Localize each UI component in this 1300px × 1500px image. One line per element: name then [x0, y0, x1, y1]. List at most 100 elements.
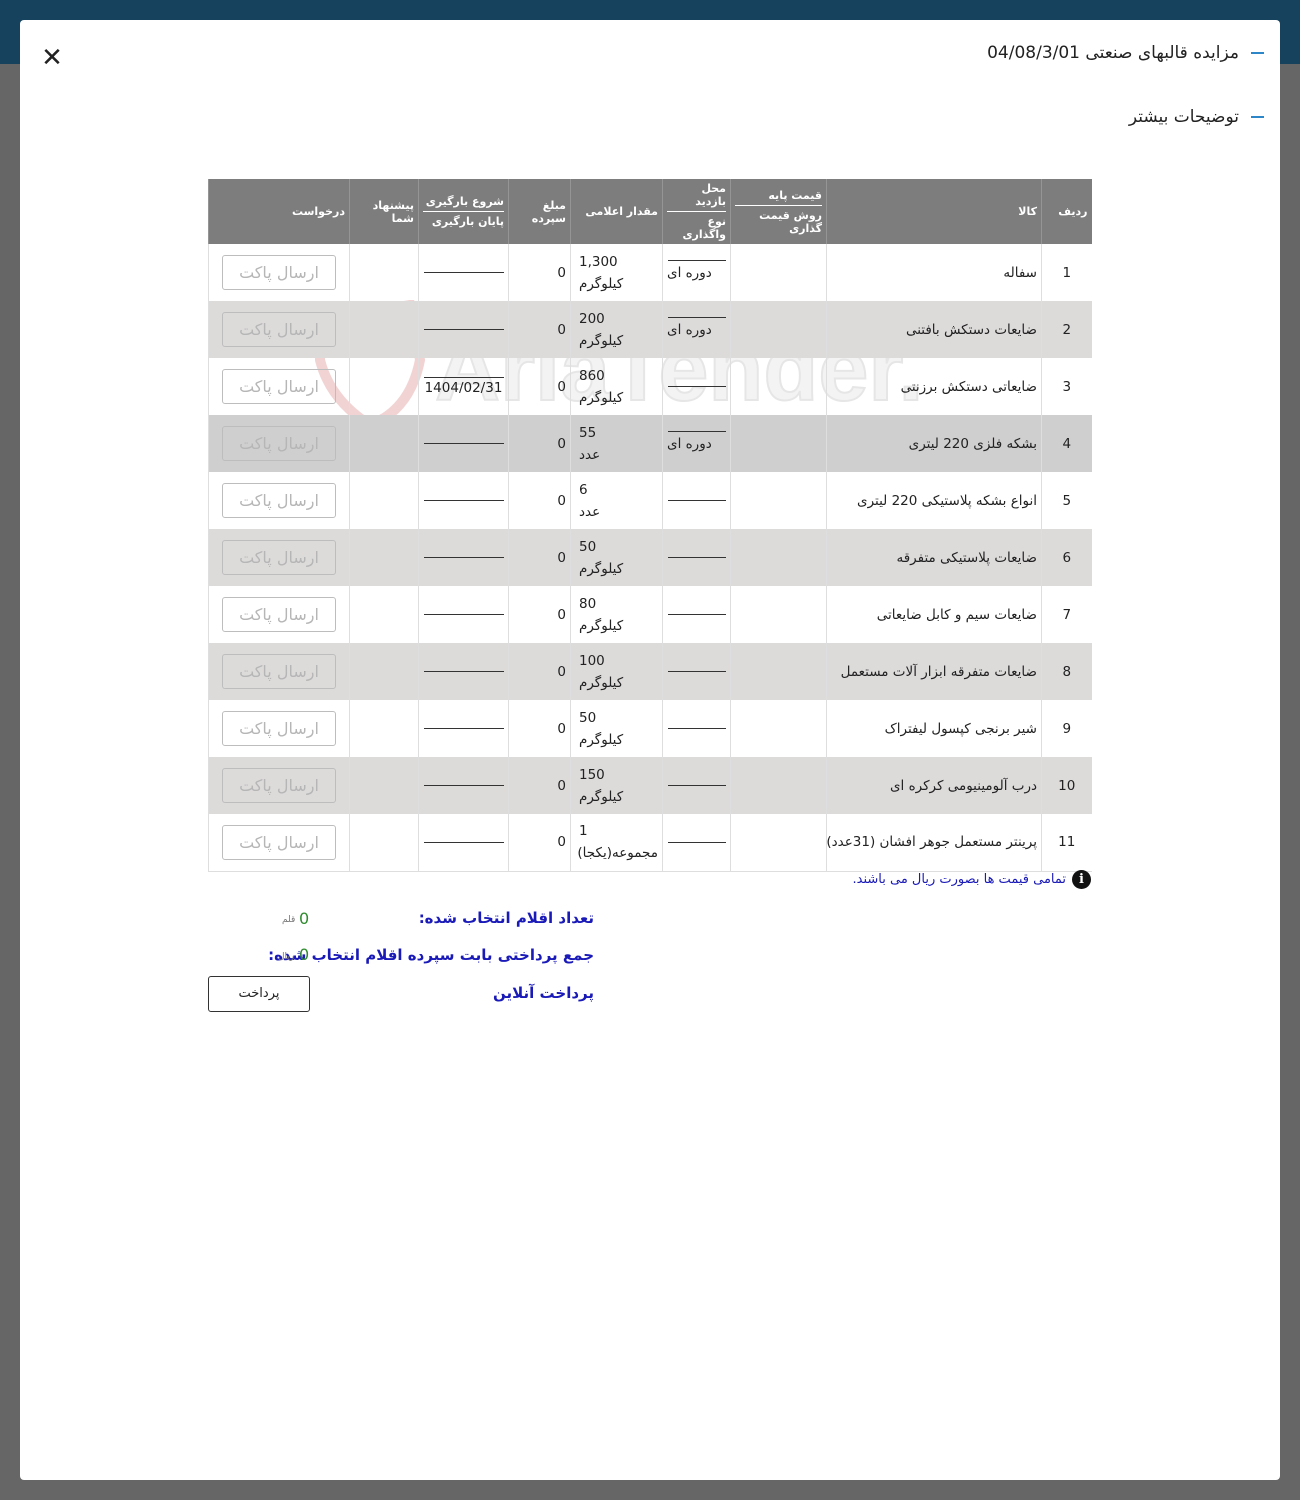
send-packet-button[interactable]: ارسال پاکت: [222, 597, 336, 632]
request-cell: ارسال پاکت: [208, 529, 350, 586]
visit-place: [667, 431, 726, 432]
send-packet-button[interactable]: ارسال پاکت: [222, 711, 336, 746]
visit-place: [667, 728, 726, 729]
quantity-unit: کیلوگرم: [579, 617, 624, 634]
quantity-unit: کیلوگرم: [579, 332, 624, 349]
th-load-start: شروع بارگیری: [423, 195, 504, 212]
total-deposit-value: 0: [299, 945, 310, 964]
base-price: [730, 643, 827, 700]
table-row: 3 ضایعاتی دستکش برزنتی 860 کیلوگرم 0 1404/02/…: [208, 358, 1092, 415]
base-price: [730, 700, 827, 757]
table-row: 11 پرینتر مستعمل جوهر افشان (31عدد) 1 مجموع…: [208, 814, 1092, 872]
table-row: 4 بشکه فلزی 220 لیتری دوره ای 55 عدد 0 ارسال پ…: [208, 415, 1092, 472]
visit-transfer: [662, 586, 731, 643]
loading-dates: 1404/02/31: [418, 358, 509, 415]
item-name: ضایعات متفرقه ابزار آلات مستعمل: [826, 643, 1042, 700]
empty-dash: [423, 614, 504, 615]
visit-transfer: [662, 358, 731, 415]
base-price: [730, 472, 827, 529]
base-price: [730, 301, 827, 358]
more-info-toggle[interactable]: توضیحات بیشتر: [1129, 107, 1264, 127]
request-cell: ارسال پاکت: [208, 643, 350, 700]
send-packet-button[interactable]: ارسال پاکت: [222, 540, 336, 575]
your-offer: [349, 643, 419, 700]
empty-dash: [423, 329, 504, 330]
your-offer: [349, 244, 419, 301]
selected-count-label: تعداد اقلام انتخاب شده:: [418, 909, 594, 927]
title-dash: [1251, 52, 1264, 54]
loading-dates: [418, 415, 509, 472]
empty-dash: [668, 785, 726, 786]
send-packet-button[interactable]: ارسال پاکت: [222, 654, 336, 689]
item-name: سفاله: [826, 244, 1042, 301]
empty-dash: [668, 614, 726, 615]
quantity-value: 50: [579, 709, 597, 726]
row-number: 6: [1041, 529, 1092, 586]
quantity-value: 200: [579, 310, 605, 327]
th-base-price: قیمت پایه روش قیمت گذاری: [730, 179, 827, 244]
visit-transfer: [662, 643, 731, 700]
row-number: 3: [1041, 358, 1092, 415]
request-cell: ارسال پاکت: [208, 586, 350, 643]
empty-dash: [423, 671, 504, 672]
your-offer: [349, 700, 419, 757]
th-offer: پیشنهاد شما: [349, 179, 419, 244]
load-end-date: 1404/02/31: [424, 380, 503, 396]
row-number: 1: [1041, 244, 1092, 301]
visit-place: [667, 260, 726, 261]
empty-dash: [423, 841, 504, 843]
request-cell: ارسال پاکت: [208, 472, 350, 529]
row-number: 8: [1041, 643, 1092, 700]
close-icon[interactable]: ✕: [40, 45, 64, 71]
transfer-type: دوره ای: [667, 265, 712, 281]
deposit: 0: [508, 244, 571, 301]
table-row: 5 انواع بشکه پلاستیکی 220 لیتری 6 عدد 0 ارسال…: [208, 472, 1092, 529]
visit-transfer: [662, 529, 731, 586]
deposit: 0: [508, 358, 571, 415]
deposit: 0: [508, 472, 571, 529]
table-row: 9 شیر برنجی کپسول لیفتراک 50 کیلوگرم 0 ارسال …: [208, 700, 1092, 757]
empty-dash: [423, 557, 504, 558]
table-row: 6 ضایعات پلاستیکی متفرقه 50 کیلوگرم 0 ارسال پ…: [208, 529, 1092, 586]
pay-button[interactable]: پرداخت: [208, 976, 310, 1012]
quantity-unit: عدد: [579, 446, 601, 463]
th-request: درخواست: [208, 179, 350, 244]
visit-place: [667, 785, 726, 786]
quantity-unit: کیلوگرم: [579, 560, 624, 577]
your-offer: [349, 814, 419, 872]
base-price: [730, 358, 827, 415]
items-table-wrap: ردیف کالا قیمت پایه روش قیمت گذاری محل ب…: [208, 179, 1092, 872]
send-packet-button[interactable]: ارسال پاکت: [222, 255, 336, 290]
more-info-dash: [1251, 116, 1264, 118]
quantity: 1 مجموعه(یکجا): [570, 814, 663, 872]
send-packet-button[interactable]: ارسال پاکت: [222, 768, 336, 803]
currency-note: i تمامی قیمت ها بصورت ریال می باشند.: [853, 870, 1091, 889]
item-name: بشکه فلزی 220 لیتری: [826, 415, 1042, 472]
info-icon: i: [1072, 870, 1091, 889]
row-number: 11: [1041, 814, 1092, 872]
request-cell: ارسال پاکت: [208, 814, 350, 872]
loading-dates: [418, 529, 509, 586]
quantity: 100 کیلوگرم: [570, 643, 663, 700]
empty-dash: [423, 272, 504, 273]
loading-dates: [418, 301, 509, 358]
send-packet-button[interactable]: ارسال پاکت: [222, 312, 336, 347]
send-packet-button[interactable]: ارسال پاکت: [222, 426, 336, 461]
send-packet-button[interactable]: ارسال پاکت: [222, 824, 336, 860]
visit-transfer: [662, 700, 731, 757]
base-price: [730, 586, 827, 643]
table-row: 1 سفاله دوره ای 1,300 کیلوگرم 0 ارسال پاکت: [208, 244, 1092, 301]
selected-count-value: 0: [299, 909, 310, 928]
row-number: 10: [1041, 757, 1092, 814]
your-offer: [349, 586, 419, 643]
send-packet-button[interactable]: ارسال پاکت: [222, 369, 336, 404]
transfer-type: دوره ای: [667, 436, 712, 452]
loading-dates: [418, 643, 509, 700]
deposit: 0: [508, 700, 571, 757]
visit-place: [667, 841, 726, 843]
send-packet-button[interactable]: ارسال پاکت: [222, 483, 336, 518]
visit-place: [667, 671, 726, 672]
visit-transfer: دوره ای: [662, 244, 731, 301]
base-price: [730, 814, 827, 872]
empty-dash: [668, 431, 726, 432]
